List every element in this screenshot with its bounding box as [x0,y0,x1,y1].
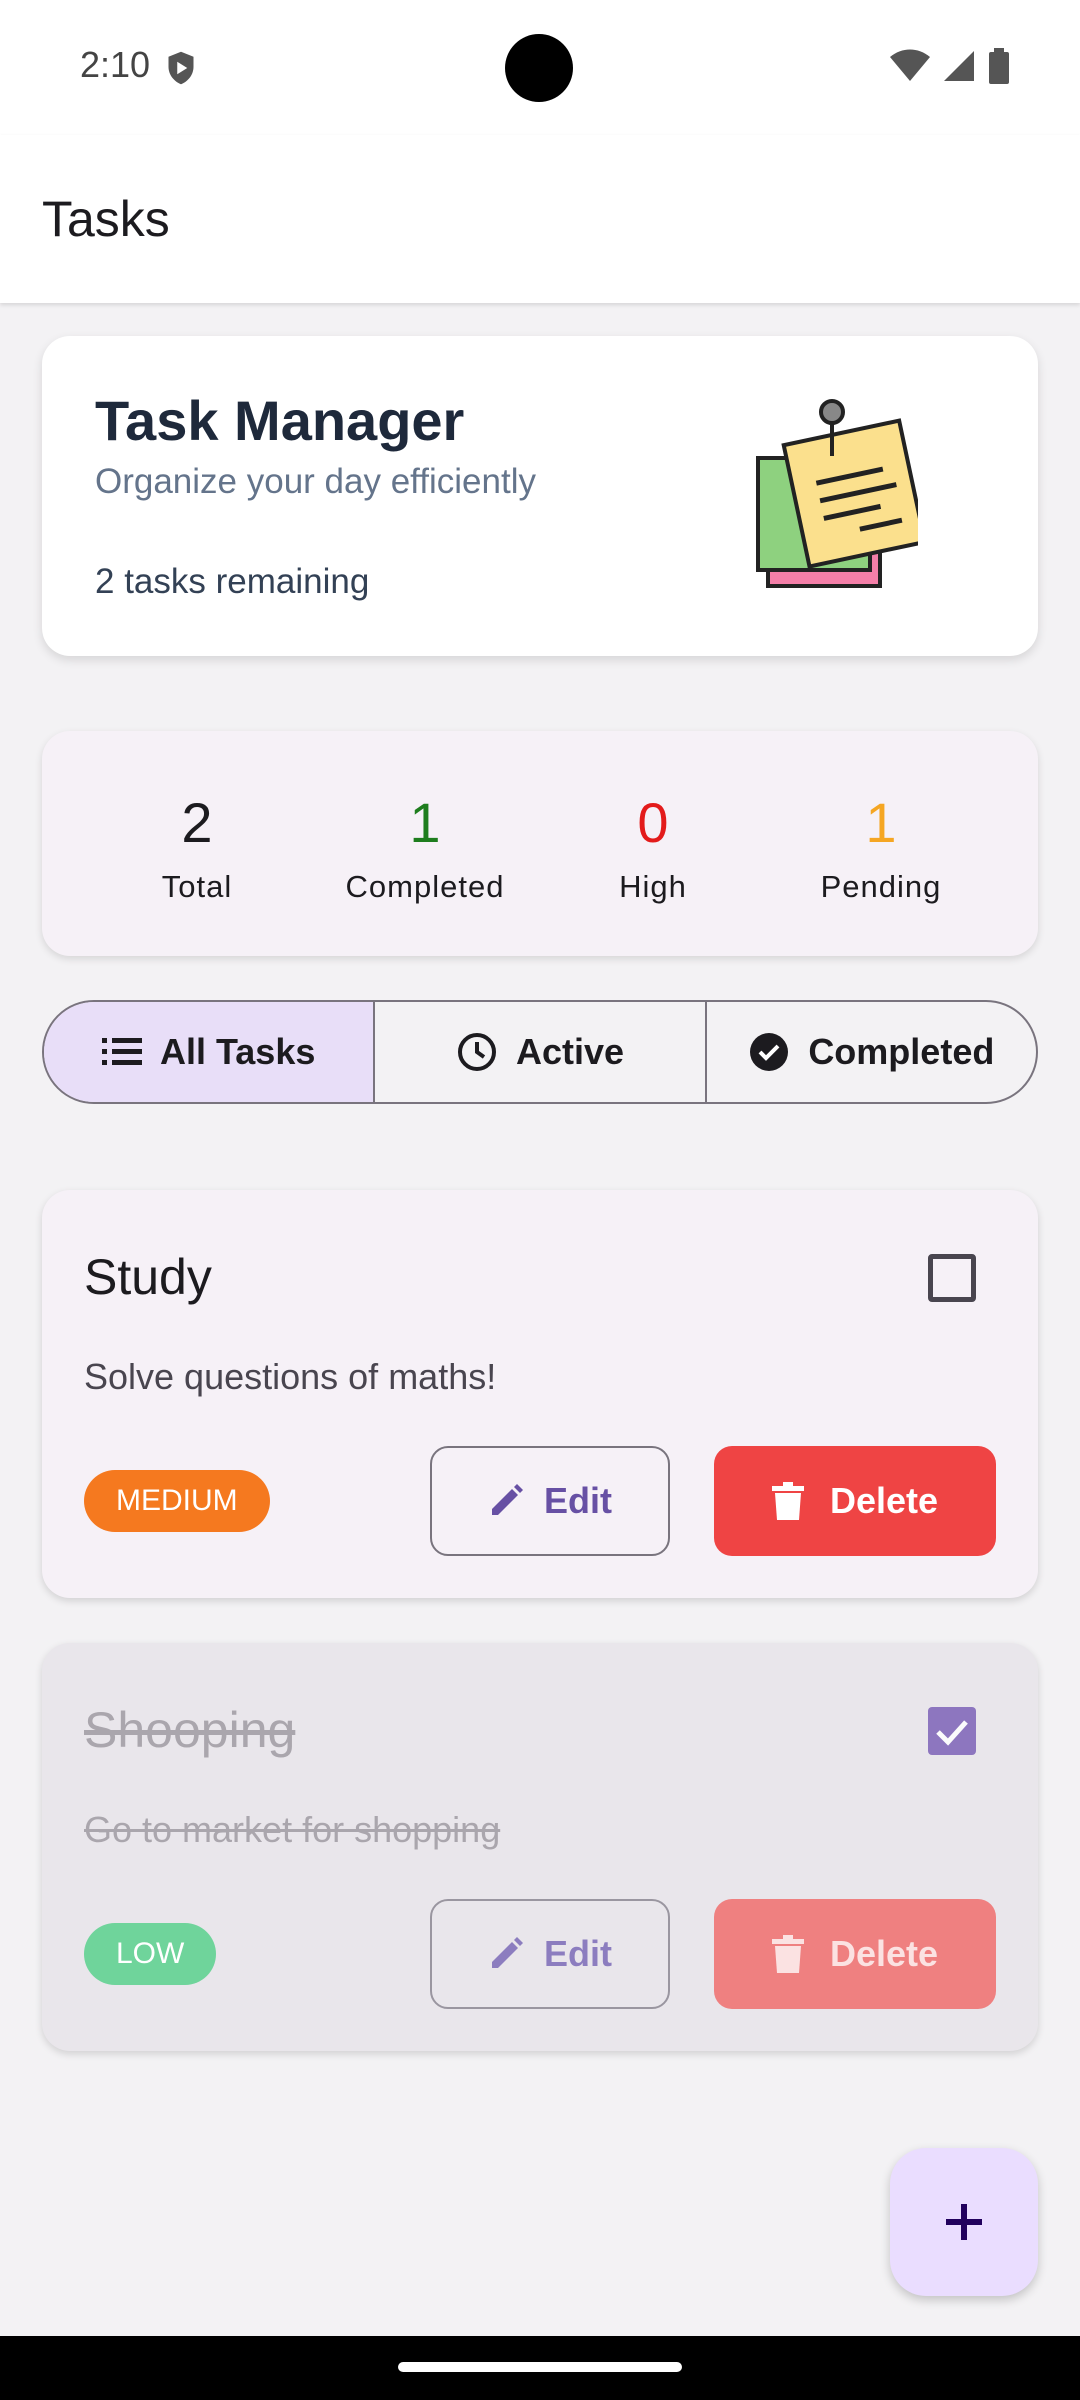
stat-value: 2 [181,791,213,854]
delete-label: Delete [829,1933,939,1974]
filter-segmented-control: All Tasks Active Completed [42,1000,1038,1104]
stat-label: Total [161,869,233,904]
wifi-icon [890,49,930,81]
status-bar: 2:10 [0,0,1080,135]
edit-button[interactable]: Edit [430,1446,670,1556]
sticky-notes-icon [756,399,918,588]
shield-icon [168,51,194,85]
stat-value: 1 [409,791,441,854]
stat-label: Completed [345,869,505,904]
stats-card: 2 Total 1 Completed 0 High 1 Pending [42,731,1038,956]
checkmark-icon [936,1720,968,1746]
edit-button[interactable]: Edit [430,1899,670,2009]
task-description: Go to market for shopping [84,1809,501,1850]
status-time: 2:10 [80,44,151,85]
pencil-icon [492,1484,523,1515]
task-checkbox[interactable] [928,1254,976,1302]
edit-label: Edit [544,1933,612,1974]
stat-value: 1 [865,791,897,854]
stat-total: 2 Total [87,791,307,905]
header-title: Task Manager [95,389,465,452]
delete-label: Delete [829,1480,939,1521]
filter-all-tasks[interactable]: All Tasks [44,1002,376,1102]
task-title: Shooping [84,1702,296,1758]
delete-button[interactable]: Delete [714,1899,996,2009]
add-task-button[interactable] [890,2148,1038,2296]
stat-high: 0 High [543,791,763,905]
battery-icon [989,48,1009,84]
signal-icon [944,51,974,81]
delete-button[interactable]: Delete [714,1446,996,1556]
task-card[interactable]: Shooping Go to market for shopping LOW E… [42,1643,1038,2051]
stat-pending: 1 Pending [771,791,991,905]
list-icon [101,1038,142,1065]
front-camera [505,34,573,102]
filter-completed[interactable]: Completed [707,1002,1036,1102]
tasks-remaining: 2 tasks remaining [95,562,370,601]
task-checkbox[interactable] [928,1707,976,1755]
stat-value: 0 [637,791,669,854]
header-subtitle: Organize your day efficiently [95,462,536,501]
clock-icon [457,1033,496,1071]
filter-label: Completed [808,1031,995,1072]
page-title: Tasks [42,191,170,247]
trash-icon [771,1482,804,1520]
header-card: Task Manager Organize your day efficient… [42,336,1038,656]
home-gesture-handle[interactable] [398,2362,682,2372]
plus-icon [946,2204,982,2240]
stat-completed: 1 Completed [315,791,535,905]
system-icons [890,48,1010,84]
check-circle-icon [750,1033,789,1071]
priority-badge: LOW [84,1923,217,1985]
task-title: Study [84,1249,212,1305]
app-bar: Tasks [0,135,1080,303]
filter-active[interactable]: Active [375,1002,707,1102]
task-description: Solve questions of maths! [84,1356,497,1397]
pencil-icon [492,1937,523,1968]
stat-label: High [619,869,687,904]
edit-label: Edit [544,1480,612,1521]
trash-icon [771,1935,804,1973]
priority-badge: MEDIUM [84,1470,270,1532]
task-card[interactable]: Study Solve questions of maths! MEDIUM E… [42,1190,1038,1598]
filter-label: Active [515,1031,625,1072]
stat-label: Pending [820,869,942,904]
filter-label: All Tasks [159,1031,316,1072]
